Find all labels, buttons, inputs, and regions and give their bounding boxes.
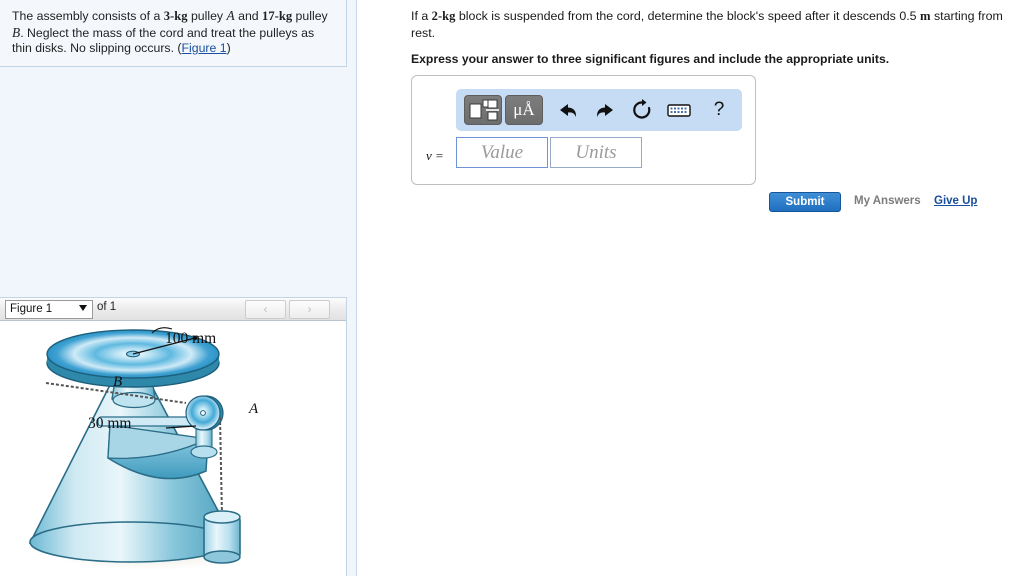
submit-button[interactable]: Submit	[769, 192, 841, 212]
question-part-4: pulley	[292, 9, 328, 23]
figure-label-100mm: 100 mm	[165, 330, 217, 347]
left-panel: The assembly consists of a 3-kg pulley A…	[0, 0, 357, 576]
help-button[interactable]: ?	[704, 95, 734, 125]
keyboard-button[interactable]	[664, 95, 694, 125]
answer-toolbar: μÅ ?	[456, 89, 742, 131]
figure-next-button[interactable]: ›	[289, 300, 330, 319]
undo-icon	[560, 104, 577, 117]
figure-toolbar: Figure 1 of 1 ‹ ›	[0, 297, 347, 321]
undo-button[interactable]	[553, 95, 583, 125]
prompt-block-mass: 2-kg	[431, 9, 456, 23]
question-mark-icon: ?	[713, 99, 725, 120]
chevron-left-icon: ‹	[263, 302, 268, 316]
express-instruction: Express your answer to three significant…	[411, 52, 890, 66]
figure-count-label: of 1	[97, 301, 117, 313]
question-statement-box: The assembly consists of a 3-kg pulley A…	[0, 0, 347, 67]
question-text: The assembly consists of a 3-kg pulley A…	[12, 8, 336, 57]
my-answers-button[interactable]: My Answers	[854, 195, 921, 207]
give-up-link[interactable]: Give Up	[934, 195, 977, 207]
answer-variable-label: v =	[426, 148, 444, 163]
answer-entry-box: μÅ ? v = Value Units	[411, 75, 756, 185]
redo-button[interactable]	[590, 95, 620, 125]
pulley-assembly-figure	[28, 327, 258, 571]
figure-select[interactable]: Figure 1	[5, 300, 93, 319]
question-part-2: pulley	[187, 9, 227, 23]
figure-prev-button[interactable]: ‹	[245, 300, 286, 319]
right-panel: If a 2-kg block is suspended from the co…	[358, 0, 1024, 576]
figure-select-value: Figure 1	[10, 303, 53, 315]
reset-button[interactable]	[627, 95, 657, 125]
figure-1-link[interactable]: Figure 1	[182, 41, 227, 55]
figure-image-area[interactable]: 100 mm 30 mm B A	[0, 321, 347, 576]
question-part-1: The assembly consists of a	[12, 9, 164, 23]
question-mass-a: 3-kg	[163, 9, 188, 23]
question-pulley-a-label: A	[226, 8, 235, 23]
figure-label-pulley-a: A	[249, 401, 259, 417]
chevron-right-icon: ›	[307, 302, 312, 316]
reset-circular-arrow-icon	[633, 99, 651, 119]
figure-label-pulley-b: B	[113, 374, 123, 390]
keyboard-icon	[667, 104, 691, 117]
question-mass-b: 17-kg	[262, 9, 293, 23]
question-part-5: . Neglect the mass of the cord and treat…	[12, 25, 315, 56]
prompt-distance-unit: m	[920, 9, 931, 23]
chevron-down-icon	[79, 305, 87, 311]
page-root: The assembly consists of a 3-kg pulley A…	[0, 0, 1024, 576]
question-pulley-b-label: B	[12, 24, 21, 40]
units-button[interactable]: μÅ	[505, 95, 543, 125]
question-part-3: and	[234, 9, 263, 23]
question-part-6: )	[226, 41, 231, 55]
value-input[interactable]: Value	[456, 137, 548, 168]
prompt-part-2: block is suspended from the cord, determ…	[455, 9, 920, 23]
math-template-button[interactable]	[464, 95, 502, 125]
units-input[interactable]: Units	[550, 137, 642, 168]
problem-prompt: If a 2-kg block is suspended from the co…	[411, 8, 1023, 42]
redo-icon	[596, 104, 613, 117]
micro-angstrom-icon: μÅ	[513, 100, 535, 119]
prompt-part-1: If a	[411, 9, 432, 23]
math-template-icon	[469, 99, 499, 121]
figure-label-30mm: 30 mm	[88, 415, 132, 432]
